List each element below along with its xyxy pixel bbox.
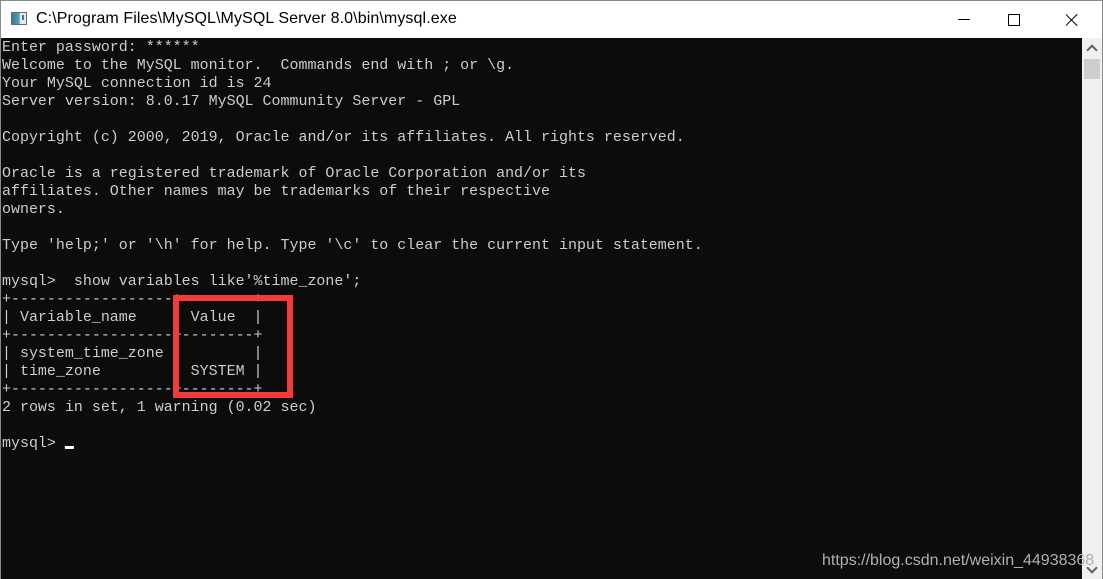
console-app-icon [11, 12, 27, 25]
console-line: Server version: 8.0.17 MySQL Community S… [2, 93, 460, 111]
vertical-scrollbar[interactable] [1082, 38, 1102, 579]
maximize-button[interactable] [991, 1, 1037, 38]
minimize-icon [958, 19, 970, 20]
close-icon [1065, 13, 1079, 27]
command-prompt-line: mysql> [2, 435, 74, 453]
console-line: 2 rows in set, 1 warning (0.02 sec) [2, 399, 316, 417]
title-bar[interactable]: C:\Program Files\MySQL\MySQL Server 8.0\… [1, 1, 1102, 38]
console-line: Oracle is a registered trademark of Orac… [2, 165, 586, 183]
window-title: C:\Program Files\MySQL\MySQL Server 8.0\… [36, 10, 457, 27]
scroll-thumb[interactable] [1084, 59, 1100, 79]
chevron-up-icon [1086, 43, 1098, 56]
maximize-icon [1008, 13, 1020, 26]
scroll-up-button[interactable] [1082, 38, 1102, 57]
console-line-text: Enter password: ****** [2, 39, 200, 56]
console-line-text: 2 rows in set, 1 warning (0.02 sec) [2, 399, 317, 416]
console-line-text: mysql> show variables like'%time_zone'; [2, 273, 362, 290]
console-line-text: Type 'help;' or '\h' for help. Type '\c'… [2, 237, 703, 254]
console-line-text: Welcome to the MySQL monitor. Commands e… [2, 57, 515, 74]
console-line-text: owners. [2, 201, 65, 218]
value-column-highlight [173, 295, 293, 398]
console-line-text: Copyright (c) 2000, 2019, Oracle and/or … [2, 129, 685, 146]
text-cursor [64, 446, 74, 449]
console-line-text: Oracle is a registered trademark of Orac… [2, 165, 586, 182]
console-line: Your MySQL connection id is 24 [2, 75, 272, 93]
close-button[interactable] [1049, 1, 1095, 38]
console-line-text: mysql> [2, 435, 65, 452]
console-line: Enter password: ****** [2, 39, 200, 57]
console-line: affiliates. Other names may be trademark… [2, 183, 550, 201]
console-line: Welcome to the MySQL monitor. Commands e… [2, 57, 514, 75]
console-line-text: Your MySQL connection id is 24 [2, 75, 272, 92]
console-line: owners. [2, 201, 65, 219]
console-output[interactable]: Enter password: ****** Welcome to the MyS… [1, 38, 1082, 579]
console-line: Type 'help;' or '\h' for help. Type '\c'… [2, 237, 703, 255]
console-line: mysql> show variables like'%time_zone'; [2, 273, 361, 291]
console-line-text: Server version: 8.0.17 MySQL Community S… [2, 93, 461, 110]
minimize-button[interactable] [941, 1, 987, 38]
console-window: C:\Program Files\MySQL\MySQL Server 8.0\… [0, 0, 1103, 579]
console-line: Copyright (c) 2000, 2019, Oracle and/or … [2, 129, 685, 147]
console-line-text: affiliates. Other names may be trademark… [2, 183, 550, 200]
watermark-url: https://blog.csdn.net/weixin_44938368 [822, 552, 1095, 569]
